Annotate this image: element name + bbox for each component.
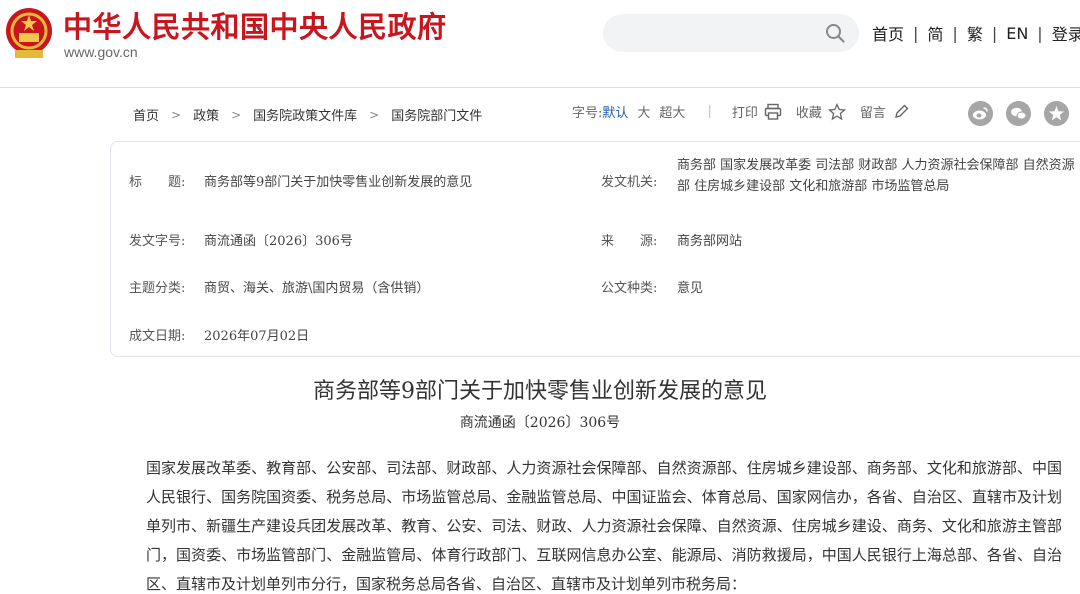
- font-size-xlarge[interactable]: 超大: [659, 102, 685, 121]
- chevron-right-icon: >: [231, 107, 242, 122]
- article-toolbar: 字号: 默认 大 超大 | 打印 收藏 留言: [572, 102, 924, 121]
- site-title[interactable]: 中华人民共和国中央人民政府: [63, 4, 447, 46]
- weibo-icon[interactable]: [968, 101, 993, 126]
- font-size-default[interactable]: 默认: [602, 102, 628, 121]
- nav-english-link[interactable]: EN: [1006, 24, 1028, 43]
- breadcrumb-policy-library[interactable]: 国务院政策文件库: [253, 105, 357, 124]
- nav-login-link[interactable]: 登录: [1052, 21, 1080, 45]
- docno-value: 商流通函〔2026〕306号: [204, 234, 353, 249]
- doctype-value: 意见: [677, 281, 704, 296]
- site-domain: www.gov.cn: [64, 44, 138, 60]
- wechat-icon[interactable]: [1006, 101, 1031, 126]
- pencil-icon[interactable]: [892, 103, 910, 121]
- title-value: 商务部等9部门关于加快零售业创新发展的意见: [204, 175, 473, 190]
- search-icon[interactable]: [825, 23, 845, 43]
- chevron-right-icon: >: [171, 107, 182, 122]
- source-value: 商务部网站: [677, 234, 743, 249]
- topic-value: 商贸、海关、旅游\国内贸易（含供销）: [204, 281, 430, 296]
- print-icon[interactable]: [764, 103, 782, 121]
- date-value: 2026年07月02日: [204, 329, 310, 344]
- toolbar-divider: |: [707, 104, 712, 119]
- breadcrumb-department-docs[interactable]: 国务院部门文件: [391, 105, 482, 124]
- font-size-large[interactable]: 大: [637, 102, 650, 121]
- doctype-label: 公文种类:: [601, 281, 658, 296]
- document-info-panel: 标 题: 商务部等9部门关于加快零售业创新发展的意见 发文机关: 商务部 国家发…: [110, 141, 1080, 357]
- issuer-value: 商务部 国家发展改革委 司法部 财政部 人力资源社会保障部 自然资源部 住房城乡…: [677, 158, 1075, 194]
- nav-simplified-link[interactable]: 简: [927, 21, 943, 45]
- chevron-right-icon: >: [369, 107, 380, 122]
- nav-home-link[interactable]: 首页: [872, 21, 904, 45]
- breadcrumb-policy[interactable]: 政策: [193, 105, 219, 124]
- article-title: 商务部等9部门关于加快零售业创新发展的意见: [313, 379, 767, 404]
- share-icon[interactable]: [1044, 101, 1069, 126]
- breadcrumb: 首页 > 政策 > 国务院政策文件库 > 国务院部门文件: [133, 105, 482, 125]
- date-label: 成文日期:: [129, 329, 186, 344]
- article-doc-number: 商流通函〔2026〕306号: [459, 415, 621, 431]
- docno-label: 发文字号:: [129, 234, 186, 249]
- source-label: 来 源:: [601, 234, 658, 249]
- search-input[interactable]: [603, 14, 859, 52]
- site-header: 中华人民共和国中央人民政府 www.gov.cn 首页 | 简 | 繁 | EN | 登…: [0, 0, 1080, 88]
- comment-button[interactable]: 留言: [860, 102, 886, 121]
- top-nav: 首页 | 简 | 繁 | EN | 登录: [872, 21, 1080, 45]
- star-icon[interactable]: [827, 102, 846, 121]
- print-button[interactable]: 打印: [732, 102, 758, 121]
- nav-traditional-link[interactable]: 繁: [967, 21, 983, 45]
- article-body: 国家发展改革委、教育部、公安部、司法部、财政部、人力资源社会保障部、自然资源部、…: [146, 459, 1062, 593]
- font-size-label: 字号:: [572, 106, 603, 121]
- favorite-button[interactable]: 收藏: [796, 102, 822, 121]
- national-emblem-icon[interactable]: [4, 6, 54, 62]
- topic-label: 主题分类:: [129, 281, 186, 296]
- title-label: 标 题:: [129, 175, 186, 190]
- breadcrumb-home[interactable]: 首页: [133, 105, 159, 124]
- issuer-label: 发文机关:: [601, 175, 658, 190]
